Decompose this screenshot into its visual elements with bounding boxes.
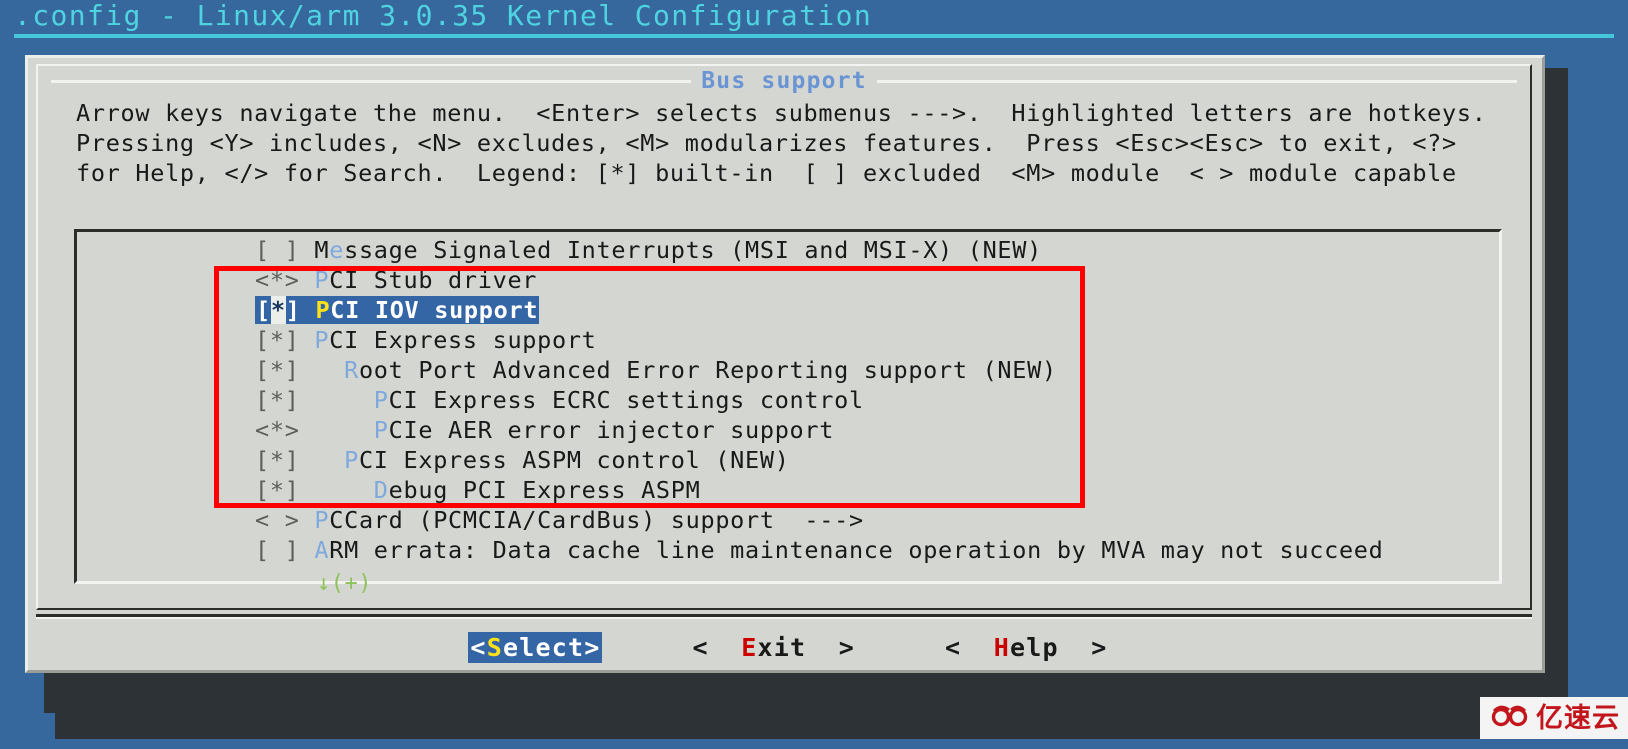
menu-item-state-tag: [*] bbox=[255, 356, 300, 384]
menu-item-state-tag: [*] bbox=[255, 386, 300, 414]
menu-item-hotkey: P bbox=[314, 266, 330, 294]
menu-item-label: CI Express ASPM control (NEW) bbox=[358, 446, 790, 474]
menu-cursor-block: * bbox=[270, 296, 286, 324]
scroll-down-indicator[interactable]: ↓(+) bbox=[317, 573, 372, 595]
watermark-text: 亿速云 bbox=[1536, 702, 1620, 734]
menu-item-label: CI IOV support bbox=[330, 296, 539, 324]
menu-list-box[interactable]: [ ] Message Signaled Interrupts (MSI and… bbox=[74, 229, 1502, 595]
terminal-title: .config - Linux/arm 3.0.35 Kernel Config… bbox=[14, 0, 873, 32]
menu-item-hotkey: R bbox=[344, 356, 359, 384]
menu-item[interactable]: [*] Root Port Advanced Error Reporting s… bbox=[77, 355, 1499, 385]
menu-item[interactable]: [*] PCI Express ASPM control (NEW) bbox=[77, 445, 1499, 475]
menu-item-label: CIe AER error injector support bbox=[388, 416, 835, 444]
menu-item-state-tag: <*> bbox=[255, 416, 300, 444]
menu-item-state-tag: [ ] bbox=[255, 536, 300, 564]
button-hotkey: S bbox=[486, 632, 503, 662]
menu-item-label: CI Stub driver bbox=[329, 266, 538, 294]
menu-item[interactable]: [*] PCI Express ECRC settings control bbox=[77, 385, 1499, 415]
button-h[interactable]: < Help > bbox=[945, 633, 1108, 662]
button-hotkey: H bbox=[993, 632, 1011, 662]
button-row-separator-highlight bbox=[36, 617, 1532, 619]
menu-item-label: ssage Signaled Interrupts (MSI and MSI-X… bbox=[344, 236, 1042, 264]
menu-item[interactable]: [*] Debug PCI Express ASPM bbox=[77, 475, 1499, 505]
menu-item-label: CI Express support bbox=[329, 326, 597, 354]
dialog-inner-frame: Bus support Arrow keys navigate the menu… bbox=[36, 64, 1532, 610]
menu-item-hotkey: P bbox=[344, 446, 359, 474]
caption-rule-left bbox=[51, 79, 692, 83]
menu-item-hotkey: P bbox=[314, 506, 330, 534]
kernel-config-dialog: Bus support Arrow keys navigate the menu… bbox=[25, 55, 1545, 673]
button-label: xit > bbox=[757, 632, 856, 662]
menu-item-hotkey: P bbox=[315, 296, 331, 324]
menu-item-state-tag: [ ] bbox=[255, 236, 300, 264]
menu-item[interactable]: <*> PCI Stub driver bbox=[77, 265, 1499, 295]
menu-item-state-tag: <*> bbox=[255, 266, 300, 294]
menu-item-state-tag: [*] bbox=[255, 326, 300, 354]
dialog-caption-bar: Bus support bbox=[38, 68, 1530, 94]
menu-item-hotkey: P bbox=[314, 326, 330, 354]
watermark: 亿速云 bbox=[1480, 697, 1628, 739]
menu-item-label: CI Express ECRC settings control bbox=[388, 386, 864, 414]
menu-item-state-tag: < > bbox=[255, 506, 300, 534]
button-hotkey: E bbox=[741, 632, 758, 662]
menu-item-hotkey: P bbox=[373, 416, 389, 444]
button-s[interactable]: <Select> bbox=[468, 631, 603, 663]
dialog-button-row: <Select> < Exit > < Help > bbox=[28, 625, 1548, 669]
terminal-title-bar: .config - Linux/arm 3.0.35 Kernel Config… bbox=[0, 0, 1628, 38]
menu-item-label: CCard (PCMCIA/CardBus) support ---> bbox=[329, 506, 864, 534]
menu-item[interactable]: < > PCCard (PCMCIA/CardBus) support ---> bbox=[77, 505, 1499, 535]
menu-item-hotkey: A bbox=[314, 536, 330, 564]
cloud-logo-icon bbox=[1490, 703, 1530, 733]
menu-item-label: RM errata: Data cache line maintenance o… bbox=[329, 536, 1384, 564]
menu-item[interactable]: [ ] Message Signaled Interrupts (MSI and… bbox=[77, 235, 1499, 265]
menu-item-state-tag: [*] bbox=[256, 296, 301, 324]
menu-item-hotkey: P bbox=[373, 386, 389, 414]
menu-item-hotkey: D bbox=[373, 476, 389, 504]
menu-item-state-tag: [*] bbox=[255, 446, 300, 474]
menu-item-label: ebug PCI Express ASPM bbox=[388, 476, 701, 504]
button-e[interactable]: < Exit > bbox=[692, 633, 855, 662]
terminal-title-rule bbox=[14, 34, 1614, 38]
menu-item-container: [ ] Message Signaled Interrupts (MSI and… bbox=[77, 235, 1499, 565]
menu-item[interactable]: [*] PCI IOV support bbox=[77, 295, 1499, 325]
terminal-bottom-strip bbox=[0, 739, 1628, 749]
menu-item-highlight: [*] PCI IOV support bbox=[255, 296, 540, 324]
menu-item[interactable]: [ ] ARM errata: Data cache line maintena… bbox=[77, 535, 1499, 565]
button-label: elect> bbox=[502, 632, 601, 662]
button-label: elp > bbox=[1010, 632, 1108, 662]
menu-item-hotkey: e bbox=[329, 236, 345, 264]
menu-item-state-tag: [*] bbox=[255, 476, 300, 504]
caption-rule-right bbox=[876, 79, 1517, 83]
help-text: Arrow keys navigate the menu. <Enter> se… bbox=[76, 99, 1517, 187]
terminal-lower-area bbox=[55, 713, 1568, 739]
menu-item[interactable]: <*> PCIe AER error injector support bbox=[77, 415, 1499, 445]
dialog-caption: Bus support bbox=[701, 68, 867, 94]
menu-item-label: oot Port Advanced Error Reporting suppor… bbox=[358, 356, 1057, 384]
menu-item[interactable]: [*] PCI Express support bbox=[77, 325, 1499, 355]
